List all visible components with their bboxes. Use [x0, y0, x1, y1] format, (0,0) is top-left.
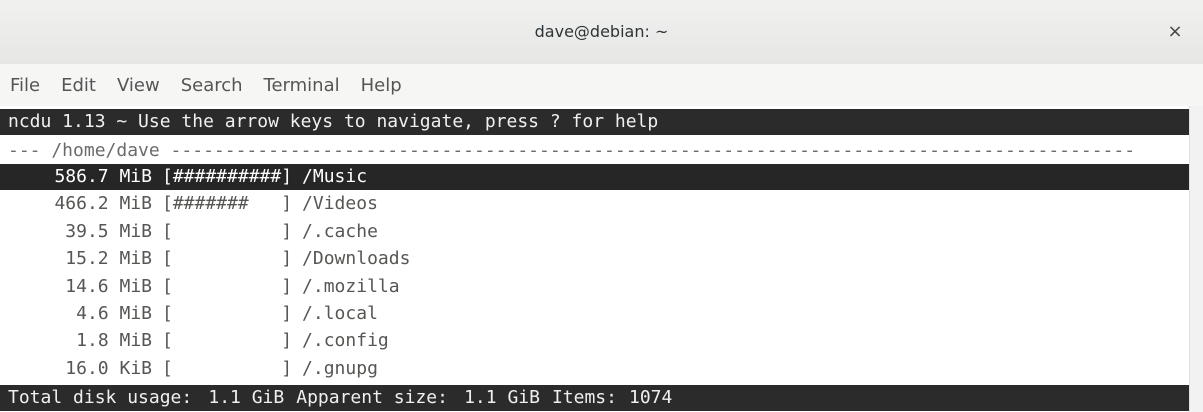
- entry-size: 39.5 MiB: [65, 220, 152, 242]
- close-icon: ×: [1167, 21, 1183, 42]
- menu-terminal[interactable]: Terminal: [264, 75, 340, 96]
- list-item[interactable]: 15.2 MiB [ ] /Downloads: [0, 246, 1190, 272]
- title-bar[interactable]: dave@debian: ~ ×: [0, 0, 1203, 65]
- entry-size: 15.2 MiB: [65, 248, 152, 270]
- list-item[interactable]: 586.7 MiB [##########] /Music: [0, 164, 1190, 190]
- entry-name: /Music: [302, 166, 368, 187]
- usage-bar: [ ]: [162, 275, 293, 297]
- list-item[interactable]: 4.6 MiB [ ] /.local: [0, 301, 1190, 327]
- list-item[interactable]: 39.5 MiB [ ] /.cache: [0, 219, 1190, 245]
- entry-size: 16.0 KiB: [65, 357, 152, 379]
- items-value: 1074: [628, 387, 673, 408]
- usage-bar: [####### ]: [162, 193, 293, 215]
- entry-name: /.gnupg: [302, 357, 378, 379]
- usage-bar: [ ]: [162, 303, 293, 324]
- menu-help[interactable]: Help: [361, 75, 402, 96]
- entry-size: 4.6 MiB: [76, 303, 152, 324]
- menu-edit[interactable]: Edit: [61, 75, 96, 96]
- items-label: Items:: [551, 387, 617, 408]
- window-title: dave@debian: ~: [534, 22, 669, 41]
- entry-name: /Downloads: [302, 248, 411, 270]
- menu-view[interactable]: View: [117, 75, 160, 96]
- directory-line: --- /home/dave -------------------------…: [8, 140, 1136, 161]
- list-item[interactable]: 14.6 MiB [ ] /.mozilla: [0, 274, 1190, 300]
- list-item[interactable]: 1.8 MiB [ ] /.config: [0, 328, 1190, 354]
- usage-bar: [##########]: [162, 166, 293, 187]
- apparent-size-value: 1.1 GiB: [464, 387, 540, 408]
- usage-bar: [ ]: [162, 330, 293, 352]
- entry-size: 14.6 MiB: [65, 275, 152, 297]
- close-button[interactable]: ×: [1163, 20, 1187, 44]
- terminal-area[interactable]: ncdu 1.13 ~ Use the arrow keys to naviga…: [0, 106, 1190, 412]
- entry-name: /.local: [302, 303, 378, 324]
- scrollbar[interactable]: [1189, 106, 1203, 412]
- apparent-size-label: Apparent size:: [296, 387, 448, 408]
- menu-search[interactable]: Search: [181, 75, 243, 96]
- menu-bar: File Edit View Search Terminal Help: [0, 64, 1203, 106]
- usage-bar: [ ]: [162, 248, 293, 270]
- total-disk-usage-label: Total disk usage:: [8, 387, 193, 408]
- entry-name: /.cache: [302, 220, 378, 242]
- entry-name: /.mozilla: [302, 275, 400, 297]
- terminal-window: dave@debian: ~ × File Edit View Search T…: [0, 0, 1203, 412]
- ncdu-header: ncdu 1.13 ~ Use the arrow keys to naviga…: [0, 109, 1190, 135]
- menu-file[interactable]: File: [10, 75, 40, 96]
- entry-size: 1.8 MiB: [76, 330, 152, 352]
- entry-size: 586.7 MiB: [54, 166, 152, 187]
- list-item[interactable]: 466.2 MiB [####### ] /Videos: [0, 191, 1190, 217]
- status-footer: Total disk usage: 1.1 GiB Apparent size: 1.…: [0, 385, 1190, 411]
- usage-bar: [ ]: [162, 220, 293, 242]
- usage-bar: [ ]: [162, 357, 293, 379]
- entry-size: 466.2 MiB: [54, 193, 152, 215]
- list-item[interactable]: 16.0 KiB [ ] /.gnupg: [0, 356, 1190, 382]
- total-disk-usage-value: 1.1 GiB: [208, 387, 285, 408]
- entry-name: /Videos: [302, 193, 378, 215]
- entry-name: /.config: [302, 330, 389, 352]
